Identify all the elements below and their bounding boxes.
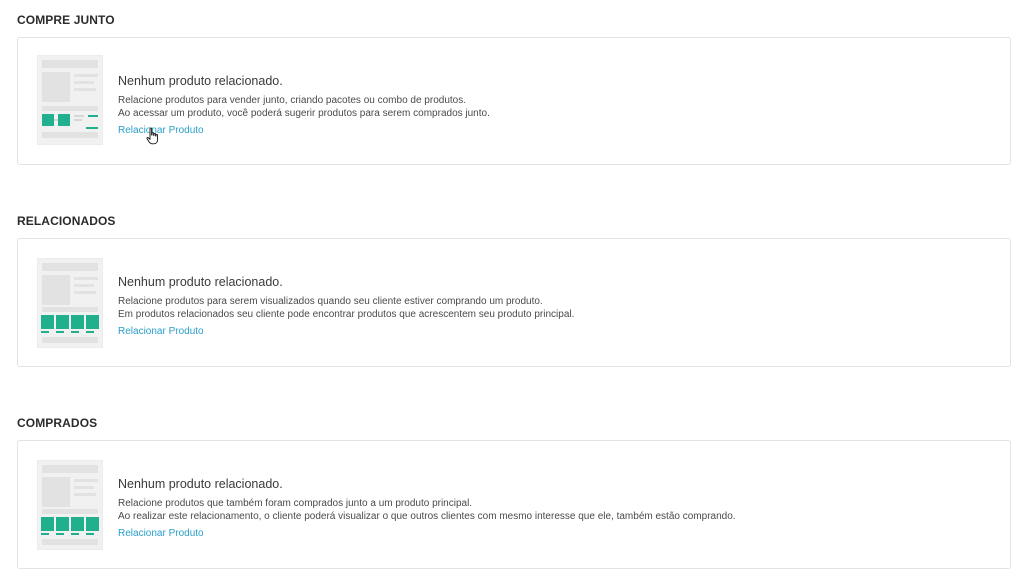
empty-state-card: Nenhum produto relacionado. Relacione pr…	[17, 37, 1011, 165]
empty-state-description-line-2: Em produtos relacionados seu cliente pod…	[118, 309, 575, 320]
section-title: RELACIONADOS	[17, 214, 116, 228]
compre-junto-illustration	[37, 55, 103, 145]
hand-pointer-icon	[146, 127, 159, 145]
empty-state-text: Nenhum produto relacionado. Relacione pr…	[118, 476, 736, 541]
empty-state-description-line-2: Ao acessar um produto, você poderá suger…	[118, 108, 490, 119]
relacionar-produto-link[interactable]: Relacionar Produto	[118, 325, 204, 338]
section-title: COMPRADOS	[17, 416, 98, 430]
relacionar-produto-link[interactable]: Relacionar Produto	[118, 527, 204, 540]
empty-state-title: Nenhum produto relacionado.	[118, 477, 283, 491]
empty-state-description-line-1: Relacione produtos para serem visualizad…	[118, 296, 543, 307]
relacionar-produto-link[interactable]: Relacionar Produto	[118, 124, 204, 137]
empty-state-card: Nenhum produto relacionado. Relacione pr…	[17, 238, 1011, 367]
empty-state-card: Nenhum produto relacionado. Relacione pr…	[17, 440, 1011, 569]
empty-state-text: Nenhum produto relacionado. Relacione pr…	[118, 274, 574, 339]
empty-state-title: Nenhum produto relacionado.	[118, 275, 283, 289]
empty-state-description-line-1: Relacione produtos que também foram comp…	[118, 498, 473, 509]
comprados-illustration	[37, 460, 103, 550]
empty-state-description-line-1: Relacione produtos para vender junto, cr…	[118, 95, 467, 106]
empty-state-text: Nenhum produto relacionado. Relacione pr…	[118, 73, 490, 138]
empty-state-description-line-2: Ao realizar este relacionamento, o clien…	[118, 511, 736, 522]
empty-state-title: Nenhum produto relacionado.	[118, 74, 283, 88]
relacionados-illustration	[37, 258, 103, 348]
section-title: COMPRE JUNTO	[17, 13, 115, 27]
